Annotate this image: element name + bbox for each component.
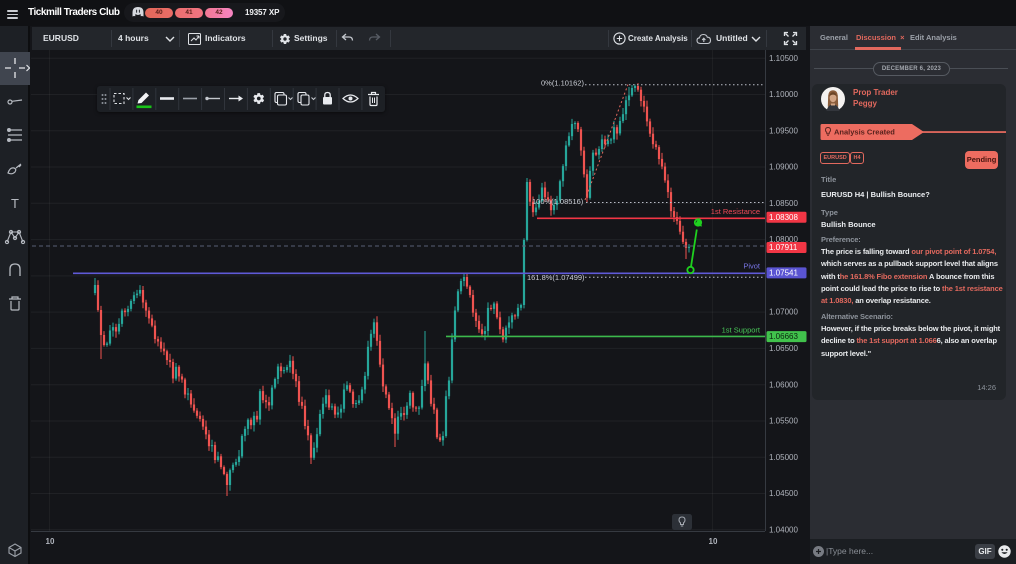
svg-text:1.05500: 1.05500 bbox=[769, 417, 798, 426]
svg-text:1st Resistance: 1st Resistance bbox=[711, 207, 760, 216]
svg-text:161.8%(1.07499): 161.8%(1.07499) bbox=[527, 273, 585, 282]
svg-text:1.10000: 1.10000 bbox=[769, 90, 798, 99]
svg-text:1.06500: 1.06500 bbox=[769, 344, 798, 353]
svg-text:1.04000: 1.04000 bbox=[769, 525, 798, 534]
svg-text:1.07911: 1.07911 bbox=[769, 243, 798, 252]
svg-text:0%(1.10162): 0%(1.10162) bbox=[541, 79, 584, 88]
svg-text:10: 10 bbox=[46, 537, 55, 546]
svg-text:1.05000: 1.05000 bbox=[769, 453, 798, 462]
svg-text:1.10500: 1.10500 bbox=[769, 54, 798, 63]
svg-text:1.06663: 1.06663 bbox=[769, 332, 798, 341]
svg-text:10: 10 bbox=[709, 537, 718, 546]
svg-text:1.04500: 1.04500 bbox=[769, 489, 798, 498]
svg-text:100%(1.08516): 100%(1.08516) bbox=[532, 197, 584, 206]
svg-text:1.09500: 1.09500 bbox=[769, 126, 798, 135]
svg-text:Pivot: Pivot bbox=[743, 262, 761, 271]
svg-text:1.07000: 1.07000 bbox=[769, 308, 798, 317]
svg-text:1.08308: 1.08308 bbox=[769, 213, 798, 222]
svg-text:1st Support: 1st Support bbox=[722, 326, 761, 335]
svg-text:1.06000: 1.06000 bbox=[769, 380, 798, 389]
svg-text:1.09000: 1.09000 bbox=[769, 163, 798, 172]
svg-text:T: T bbox=[11, 196, 19, 211]
svg-text:1.07541: 1.07541 bbox=[769, 269, 798, 278]
svg-text:1.08500: 1.08500 bbox=[769, 199, 798, 208]
svg-text:Analysis Created: Analysis Created bbox=[834, 128, 895, 137]
